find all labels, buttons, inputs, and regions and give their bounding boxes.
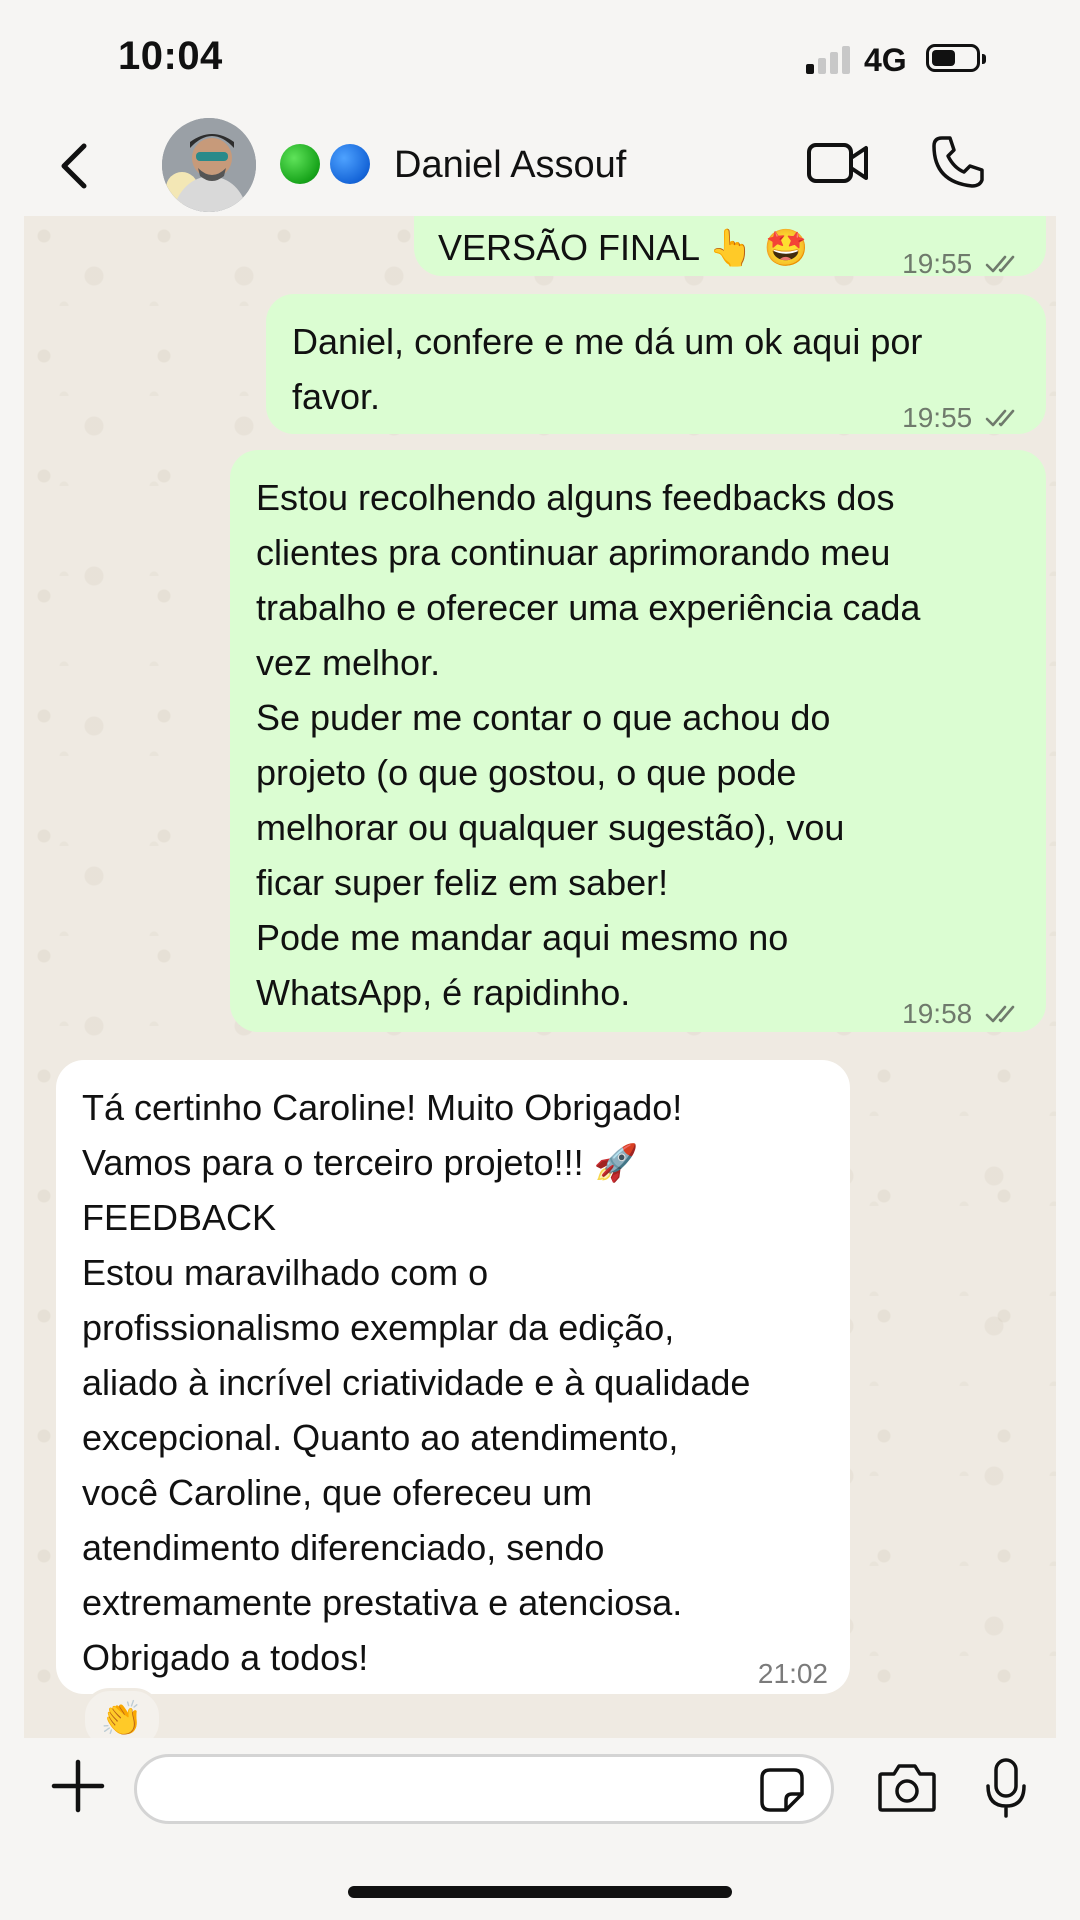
video-camera-icon — [807, 143, 868, 183]
message-meta: 21:02 — [758, 1646, 828, 1701]
plus-icon — [51, 1759, 105, 1813]
message-meta: 19:55 — [902, 390, 1024, 445]
status-bar: 10:04 4G — [0, 0, 1080, 110]
camera-icon — [878, 1764, 936, 1812]
message-reaction[interactable]: 👏 — [82, 1688, 162, 1738]
message-bubble-outgoing[interactable]: VERSÃO FINAL 👆 🤩 19:55 — [414, 216, 1046, 279]
blue-status-dot — [330, 144, 370, 184]
microphone-icon — [986, 1758, 1026, 1818]
message-input[interactable] — [134, 1754, 834, 1824]
network-type: 4G — [864, 42, 907, 78]
sticker-button[interactable] — [758, 1766, 806, 1814]
read-receipt-icon — [985, 409, 1015, 427]
message-text: Estou recolhendo alguns feedbacks dos cl… — [256, 477, 921, 1013]
video-call-button[interactable] — [806, 140, 870, 186]
sticker-icon — [760, 1768, 804, 1812]
message-meta: 19:55 — [902, 236, 1024, 291]
battery-icon — [926, 44, 986, 72]
microphone-button[interactable] — [984, 1756, 1028, 1820]
message-text: VERSÃO FINAL 👆 🤩 — [438, 227, 809, 268]
message-bubble-incoming[interactable]: Tá certinho Caroline! Muito Obrigado! Va… — [56, 1060, 850, 1694]
home-indicator[interactable] — [348, 1886, 732, 1898]
message-text: Tá certinho Caroline! Muito Obrigado! Va… — [82, 1087, 751, 1678]
message-input-bar — [0, 1738, 1080, 1838]
message-time: 19:58 — [902, 998, 973, 1029]
phone-icon — [932, 136, 984, 188]
cellular-signal-icon — [806, 44, 852, 74]
avatar[interactable] — [162, 118, 256, 212]
message-meta: 19:58 — [902, 986, 1024, 1041]
message-time: 19:55 — [902, 248, 973, 279]
voice-call-button[interactable] — [930, 134, 984, 190]
chat-messages-area[interactable]: VERSÃO FINAL 👆 🤩 19:55 Daniel, confere e… — [24, 216, 1056, 1738]
green-status-dot — [280, 144, 320, 184]
camera-button[interactable] — [876, 1762, 938, 1814]
read-receipt-icon — [985, 255, 1015, 273]
attach-button[interactable] — [50, 1758, 106, 1814]
chat-header: Daniel Assouf — [0, 110, 1080, 216]
message-bubble-outgoing[interactable]: Daniel, confere e me dá um ok aqui por f… — [266, 294, 1046, 434]
status-time: 10:04 — [118, 34, 223, 78]
chevron-left-icon — [61, 143, 87, 189]
message-time: 21:02 — [757, 1658, 828, 1689]
message-bubble-outgoing[interactable]: Estou recolhendo alguns feedbacks dos cl… — [230, 450, 1046, 1032]
back-button[interactable] — [52, 140, 100, 192]
read-receipt-icon — [985, 1005, 1015, 1023]
message-time: 19:55 — [902, 402, 973, 433]
contact-name[interactable]: Daniel Assouf — [394, 144, 626, 187]
